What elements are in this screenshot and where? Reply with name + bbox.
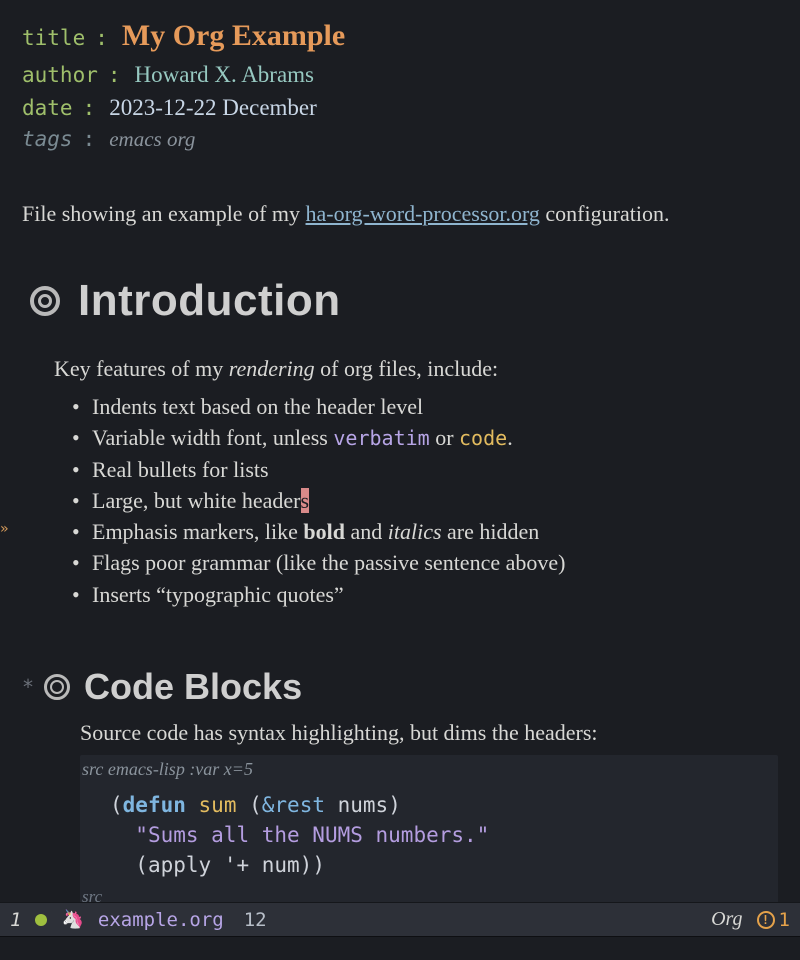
- circle-bullet-icon: [44, 674, 70, 700]
- list-item: Variable width font, unless verbatim or …: [72, 422, 778, 453]
- heading-introduction[interactable]: Introduction: [30, 276, 778, 326]
- author-line: author: Howard X. Abrams: [22, 58, 778, 91]
- feature-list: Indents text based on the header level V…: [72, 391, 778, 610]
- warning-icon: !: [757, 911, 775, 929]
- tags-key: tags: [22, 124, 73, 154]
- editor-buffer[interactable]: title: My Org Example author: Howard X. …: [0, 0, 800, 960]
- modeline[interactable]: 1 🦄 example.org 12 Org ! 1: [0, 902, 800, 936]
- intro-lead: Key features of my rendering of org file…: [54, 354, 778, 385]
- list-item: Flags poor grammar (like the passive sen…: [72, 547, 778, 578]
- code-lead: Source code has syntax highlighting, but…: [80, 718, 778, 749]
- modeline-left: 1 🦄 example.org 12: [10, 909, 267, 931]
- list-item-cursor-line: Large, but white headers: [72, 485, 778, 516]
- circle-bullet-icon: [30, 286, 60, 316]
- modified-indicator-icon: [35, 914, 47, 926]
- tags-value: emacs org: [109, 124, 195, 154]
- heading-text: Code Blocks: [84, 666, 302, 708]
- buffer-name[interactable]: example.org: [98, 909, 224, 931]
- minibuffer[interactable]: [0, 936, 800, 960]
- date-value: 2023-12-22 December: [109, 91, 317, 124]
- list-item: » Emphasis markers, like bold and italic…: [72, 516, 778, 547]
- heading-text: Introduction: [78, 276, 341, 326]
- source-block[interactable]: src emacs-lisp :var x=5 (defun sum (&res…: [80, 755, 778, 913]
- title-value: My Org Example: [122, 14, 345, 58]
- introduction-body: Key features of my rendering of org file…: [54, 354, 778, 609]
- list-item: Real bullets for lists: [72, 454, 778, 485]
- author-value: Howard X. Abrams: [135, 58, 315, 91]
- list-item: Inserts “typographic quotes”: [72, 579, 778, 610]
- title-line: title: My Org Example: [22, 14, 778, 58]
- heading-star-icon: *: [22, 675, 34, 699]
- warning-count: 1: [779, 909, 790, 931]
- src-begin-line: src emacs-lisp :var x=5: [80, 755, 778, 784]
- list-item: Indents text based on the header level: [72, 391, 778, 422]
- tags-line: tags: emacs org: [22, 124, 778, 154]
- intro-paragraph: File showing an example of my ha-org-wor…: [22, 199, 778, 229]
- verbatim-text: verbatim: [333, 426, 429, 450]
- date-line: date: 2023-12-22 December: [22, 91, 778, 124]
- cursor: s: [301, 488, 310, 513]
- window-number: 1: [10, 909, 21, 931]
- config-link[interactable]: ha-org-word-processor.org: [306, 201, 540, 226]
- inline-code: code: [459, 426, 507, 450]
- date-key: date: [22, 93, 73, 123]
- code-blocks-body: Source code has syntax highlighting, but…: [80, 718, 778, 913]
- unicorn-icon: 🦄: [61, 909, 83, 930]
- flycheck-warning[interactable]: ! 1: [757, 909, 790, 931]
- title-key: title: [22, 23, 85, 53]
- column-number: 12: [244, 909, 267, 931]
- heading-code-blocks[interactable]: * Code Blocks: [22, 666, 778, 708]
- src-code[interactable]: (defun sum (&rest nums) "Sums all the NU…: [80, 784, 778, 885]
- major-mode[interactable]: Org: [711, 908, 742, 931]
- fringe-indicator-icon: »: [0, 520, 8, 540]
- author-key: author: [22, 60, 98, 90]
